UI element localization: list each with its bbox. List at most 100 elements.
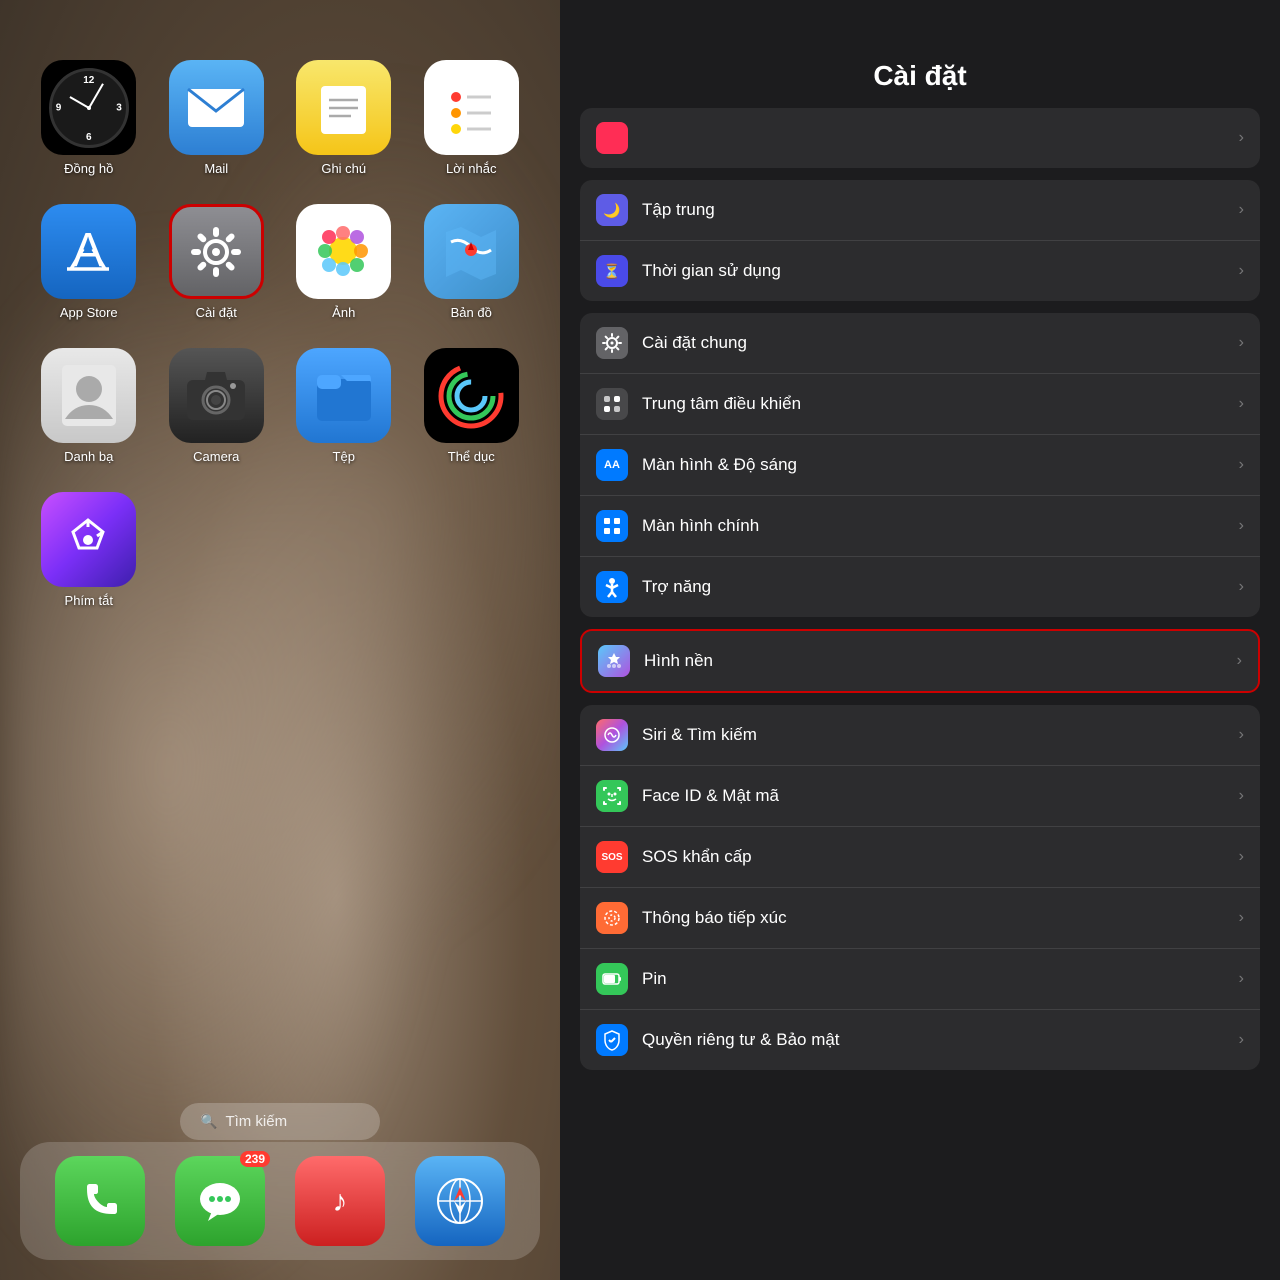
app-files[interactable]: Tệp bbox=[285, 348, 403, 464]
app-fitness[interactable]: Thể dục bbox=[413, 348, 531, 464]
settings-row-accessibility[interactable]: Trợ năng › bbox=[580, 557, 1260, 617]
display-icon: AA bbox=[596, 449, 628, 481]
settings-row-wallpaper[interactable]: Hình nền › bbox=[582, 631, 1258, 691]
settings-row-display[interactable]: AA Màn hình & Độ sáng › bbox=[580, 435, 1260, 496]
reminders-label: Lời nhắc bbox=[446, 161, 496, 176]
privacy-icon bbox=[596, 1024, 628, 1056]
screentime-icon: ⏳ bbox=[596, 255, 628, 287]
dock-phone[interactable] bbox=[55, 1156, 145, 1246]
app-maps[interactable]: Bản đồ bbox=[413, 204, 531, 320]
screentime-label: Thời gian sử dụng bbox=[642, 261, 1239, 281]
svg-text:⏳: ⏳ bbox=[603, 263, 620, 280]
svg-text:🌙: 🌙 bbox=[603, 202, 620, 219]
search-bar[interactable]: 🔍 Tìm kiếm bbox=[180, 1103, 380, 1140]
phone-icon bbox=[55, 1156, 145, 1246]
appstore-icon: A bbox=[41, 204, 136, 299]
settings-title: Cài đặt bbox=[873, 60, 966, 91]
files-label: Tệp bbox=[333, 449, 355, 464]
settings-group-1: 🌙 Tập trung › ⏳ Thời gian sử dụng › bbox=[580, 180, 1260, 301]
dock-messages[interactable]: 239 bbox=[175, 1156, 265, 1246]
sos-icon: SOS bbox=[596, 841, 628, 873]
battery-chevron: › bbox=[1239, 970, 1244, 988]
accessibility-icon bbox=[596, 571, 628, 603]
settings-icon bbox=[169, 204, 264, 299]
search-text: Tìm kiếm bbox=[225, 1113, 287, 1130]
faceid-icon bbox=[596, 780, 628, 812]
app-shortcuts[interactable]: Phím tắt bbox=[30, 492, 148, 608]
search-icon: 🔍 bbox=[200, 1113, 217, 1130]
mail-label: Mail bbox=[204, 161, 228, 176]
exposure-label: Thông báo tiếp xúc bbox=[642, 908, 1239, 928]
app-clock[interactable]: 12 3 6 9 Đồng hồ bbox=[30, 60, 148, 176]
partial-icon bbox=[596, 122, 628, 154]
accessibility-chevron: › bbox=[1239, 578, 1244, 596]
messages-icon bbox=[175, 1156, 265, 1246]
settings-row-partial[interactable]: › bbox=[580, 108, 1260, 168]
files-icon bbox=[296, 348, 391, 443]
settings-group-4: Siri & Tìm kiếm › bbox=[580, 705, 1260, 1070]
accessibility-label: Trợ năng bbox=[642, 577, 1239, 597]
privacy-chevron: › bbox=[1239, 1031, 1244, 1049]
settings-row-exposure[interactable]: Thông báo tiếp xúc › bbox=[580, 888, 1260, 949]
settings-row-siri[interactable]: Siri & Tìm kiếm › bbox=[580, 705, 1260, 766]
focus-label: Tập trung bbox=[642, 200, 1239, 220]
dock-safari[interactable] bbox=[415, 1156, 505, 1246]
app-settings[interactable]: Cài đặt bbox=[158, 204, 276, 320]
app-grid-row1: 12 3 6 9 Đồng hồ bbox=[20, 60, 540, 608]
settings-row-general[interactable]: Cài đặt chung › bbox=[580, 313, 1260, 374]
sos-label: SOS khẩn cấp bbox=[642, 847, 1239, 867]
settings-row-homescreen[interactable]: Màn hình chính › bbox=[580, 496, 1260, 557]
exposure-chevron: › bbox=[1239, 909, 1244, 927]
homescreen-chevron: › bbox=[1239, 517, 1244, 535]
faceid-chevron: › bbox=[1239, 787, 1244, 805]
app-photos[interactable]: Ảnh bbox=[285, 204, 403, 320]
app-camera[interactable]: Camera bbox=[158, 348, 276, 464]
contacts-label: Danh bạ bbox=[64, 449, 113, 464]
settings-list: › 🌙 Tập trung › ⏳ Thời gian sử dụng › bbox=[560, 108, 1280, 1280]
app-reminders[interactable]: Lời nhắc bbox=[413, 60, 531, 176]
app-notes[interactable]: Ghi chú bbox=[285, 60, 403, 176]
dock: 239 ♪ bbox=[20, 1142, 540, 1260]
exposure-icon bbox=[596, 902, 628, 934]
homescreen-icon bbox=[596, 510, 628, 542]
settings-panel: Cài đặt › 🌙 Tập trung › ⏳ bbox=[560, 0, 1280, 1280]
safari-icon bbox=[415, 1156, 505, 1246]
app-contacts[interactable]: Danh bạ bbox=[30, 348, 148, 464]
homescreen-label: Màn hình chính bbox=[642, 516, 1239, 536]
controlcenter-icon bbox=[596, 388, 628, 420]
photos-icon bbox=[296, 204, 391, 299]
settings-row-battery[interactable]: Pin › bbox=[580, 949, 1260, 1010]
maps-label: Bản đồ bbox=[451, 305, 492, 320]
partial-chevron: › bbox=[1239, 129, 1244, 147]
wallpaper-label: Hình nền bbox=[644, 651, 1237, 671]
focus-chevron: › bbox=[1239, 201, 1244, 219]
settings-group-2: Cài đặt chung › Trung tâm điều khiển › A… bbox=[580, 313, 1260, 617]
shortcuts-label: Phím tắt bbox=[65, 593, 113, 608]
shortcuts-icon bbox=[41, 492, 136, 587]
clock-icon: 12 3 6 9 bbox=[41, 60, 136, 155]
notes-label: Ghi chú bbox=[321, 161, 366, 176]
app-mail[interactable]: Mail bbox=[158, 60, 276, 176]
battery-label: Pin bbox=[642, 969, 1239, 989]
settings-row-faceid[interactable]: Face ID & Mật mã › bbox=[580, 766, 1260, 827]
svg-text:♪: ♪ bbox=[333, 1185, 348, 1218]
camera-label: Camera bbox=[193, 449, 239, 464]
settings-group-wallpaper: Hình nền › bbox=[580, 629, 1260, 693]
settings-row-controlcenter[interactable]: Trung tâm điều khiển › bbox=[580, 374, 1260, 435]
app-appstore[interactable]: A App Store bbox=[30, 204, 148, 320]
dock-music[interactable]: ♪ bbox=[295, 1156, 385, 1246]
clock-label: Đồng hồ bbox=[64, 161, 113, 176]
privacy-label: Quyền riêng tư & Bảo mật bbox=[642, 1030, 1239, 1050]
general-label: Cài đặt chung bbox=[642, 333, 1239, 353]
sos-chevron: › bbox=[1239, 848, 1244, 866]
focus-icon: 🌙 bbox=[596, 194, 628, 226]
settings-row-focus[interactable]: 🌙 Tập trung › bbox=[580, 180, 1260, 241]
notes-icon bbox=[296, 60, 391, 155]
fitness-icon bbox=[424, 348, 519, 443]
display-label: Màn hình & Độ sáng bbox=[642, 455, 1239, 475]
general-icon bbox=[596, 327, 628, 359]
settings-row-privacy[interactable]: Quyền riêng tư & Bảo mật › bbox=[580, 1010, 1260, 1070]
settings-row-screentime[interactable]: ⏳ Thời gian sử dụng › bbox=[580, 241, 1260, 301]
settings-row-sos[interactable]: SOS SOS khẩn cấp › bbox=[580, 827, 1260, 888]
mail-icon bbox=[169, 60, 264, 155]
